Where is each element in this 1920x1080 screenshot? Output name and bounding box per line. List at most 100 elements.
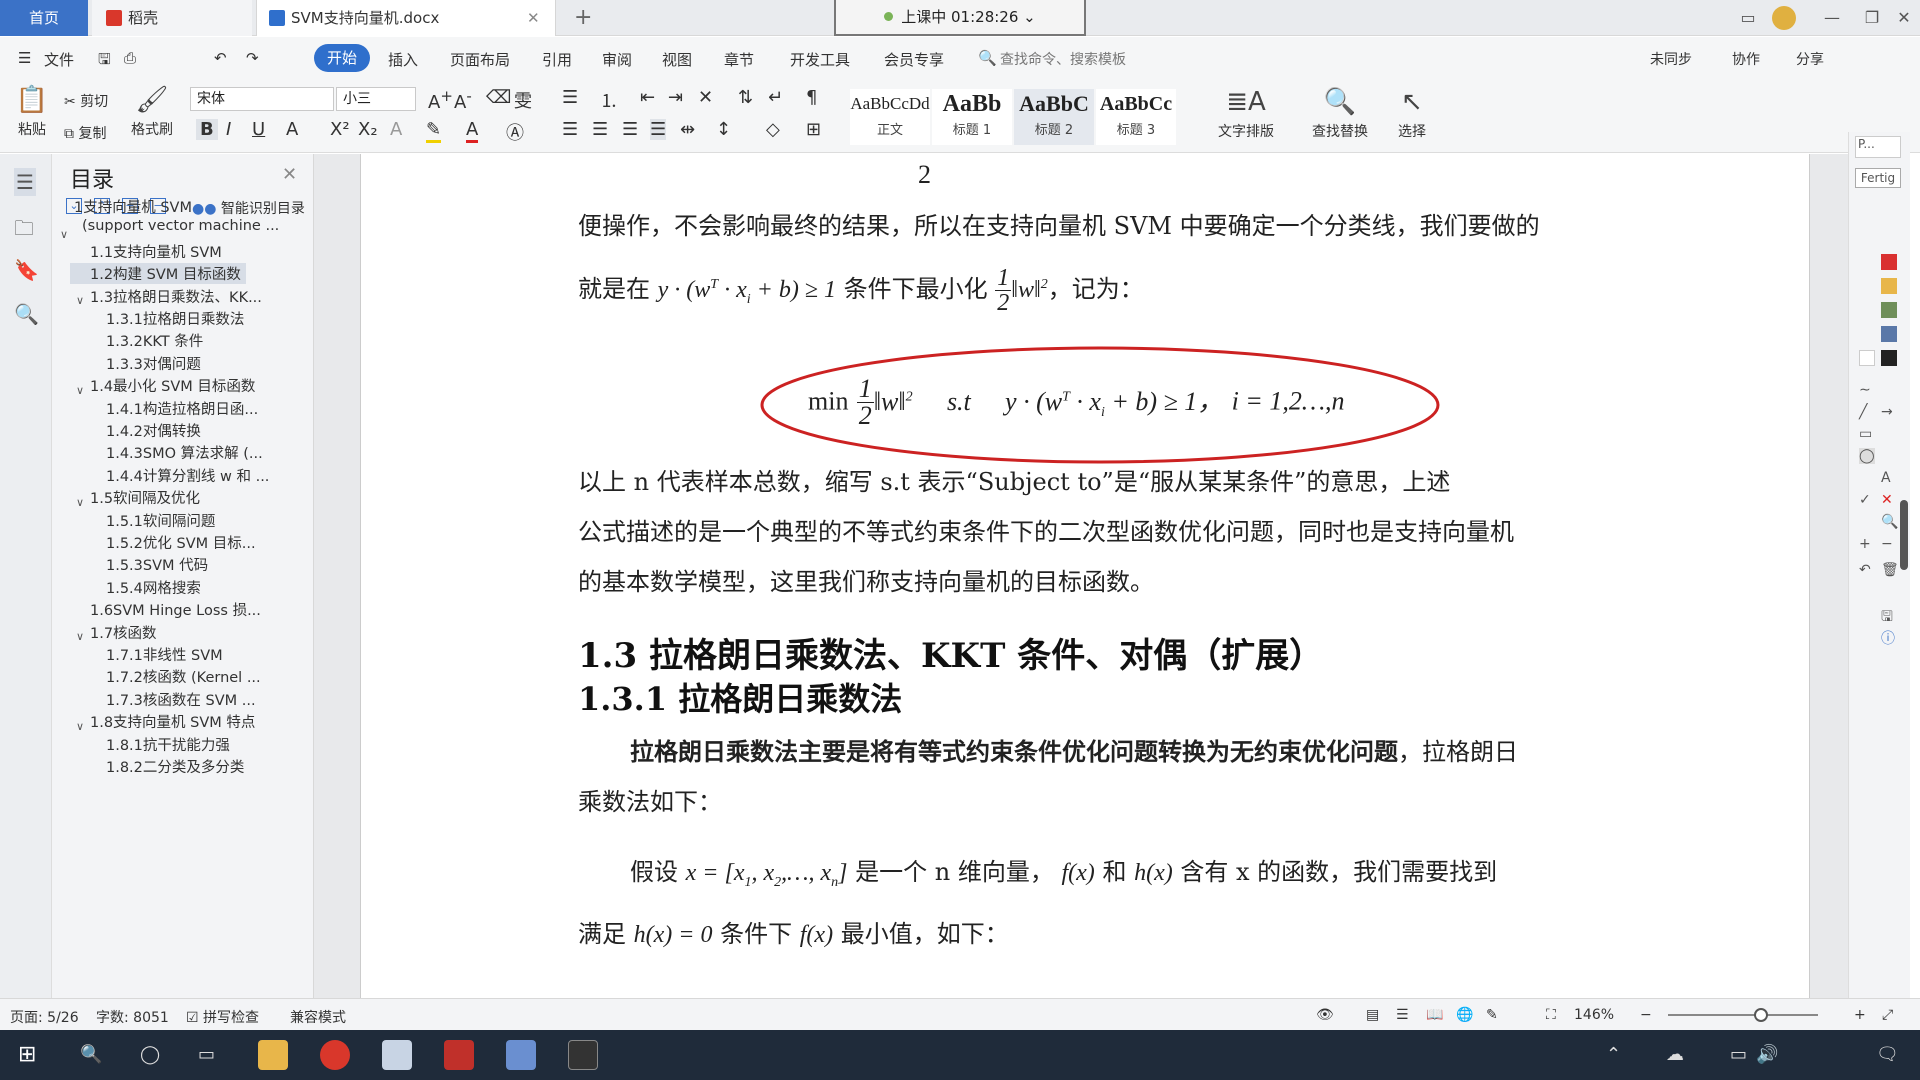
terminal-icon[interactable]	[568, 1040, 598, 1070]
hamburger-icon[interactable]: ☰	[18, 49, 31, 67]
undo-tool-icon[interactable]: ↶	[1859, 562, 1871, 578]
toc-item[interactable]: 1.7核函数	[90, 622, 292, 643]
sync-status[interactable]: 未同步	[1650, 49, 1692, 69]
bullet-list-icon[interactable]: ☰	[562, 87, 578, 108]
tab-home[interactable]: 首页	[0, 0, 88, 36]
font-family-select[interactable]: 宋体	[190, 87, 334, 111]
menu-insert[interactable]: 插入	[388, 49, 418, 70]
toc-item[interactable]: 1.5.4网格搜索	[106, 577, 292, 598]
minimize-icon[interactable]: —	[1812, 0, 1852, 36]
share-button[interactable]: 分享	[1796, 49, 1824, 69]
toc-item[interactable]: 1.8.2二分类及多分类	[106, 756, 292, 777]
line-spacing-icon[interactable]: ↕	[716, 119, 731, 140]
close-icon[interactable]: ✕	[282, 164, 297, 185]
font-size-select[interactable]: 小三	[336, 87, 416, 111]
curve-tool-icon[interactable]: ∼	[1859, 382, 1871, 398]
collab-button[interactable]: 协作	[1732, 49, 1760, 69]
network-icon[interactable]: ▭	[1730, 1044, 1747, 1065]
distribute-icon[interactable]: ⇹	[680, 119, 695, 140]
arrow-tool-icon[interactable]: →	[1881, 404, 1893, 420]
zoom-level[interactable]: 146%	[1574, 1007, 1614, 1023]
toggle-chevron-icon[interactable]: ∨	[76, 720, 84, 733]
toc-item[interactable]: 1.4.2对偶转换	[106, 420, 292, 441]
style-heading1[interactable]: AaBb 标题 1	[932, 89, 1012, 145]
command-search[interactable]: 查找命令、搜索模板	[1000, 49, 1126, 69]
menu-devtools[interactable]: 开发工具	[790, 49, 850, 70]
copy-button[interactable]: ⧉ 复制	[64, 123, 106, 143]
pen-view-icon[interactable]: ✎	[1486, 1007, 1498, 1023]
windows-start-icon[interactable]: ⊞	[18, 1042, 36, 1067]
highlight-icon[interactable]: ✎	[426, 119, 442, 143]
toc-item[interactable]: 1.3拉格朗日乘数法、KK...	[90, 286, 292, 307]
task-view-icon[interactable]: ▭	[198, 1044, 215, 1065]
menu-file[interactable]: 文件	[44, 49, 74, 70]
toc-item[interactable]: 1.8支持向量机 SVM 特点	[90, 711, 292, 732]
line-tool-icon[interactable]: ╱	[1859, 404, 1867, 420]
cross-tool-icon[interactable]: ✕	[1881, 492, 1893, 508]
toc-item[interactable]: 1.5.3SVM 代码	[106, 554, 292, 575]
close-window-icon[interactable]: ✕	[1884, 0, 1920, 36]
volume-icon[interactable]: 🔊	[1756, 1044, 1778, 1065]
superscript-icon[interactable]: X²	[330, 119, 350, 140]
style-normal[interactable]: AaBbCcDd 正文	[850, 89, 930, 145]
paint-app-icon[interactable]	[382, 1040, 412, 1070]
toc-item[interactable]: 1.6SVM Hinge Loss 损...	[90, 599, 292, 620]
notification-icon[interactable]: 🗨	[1876, 1044, 1899, 1065]
toc-item[interactable]: 1.4.4计算分割线 w 和 ...	[106, 465, 292, 486]
zoom-tool-icon[interactable]: 🔍	[1881, 514, 1898, 530]
paste-button[interactable]: 📋 粘贴	[10, 85, 54, 139]
text-effect-icon[interactable]: A	[390, 119, 402, 140]
save-icon[interactable]: 🖫	[98, 49, 111, 74]
toc-item[interactable]: 1.5.2优化 SVM 目标...	[106, 532, 292, 553]
toc-item[interactable]: 1.7.2核函数 (Kernel ...	[106, 666, 292, 687]
italic-icon[interactable]: I	[226, 119, 231, 140]
format-painter-button[interactable]: 🖌 格式刷	[126, 85, 178, 139]
grow-font-icon[interactable]: A+	[428, 87, 453, 113]
redo-icon[interactable]: ↷	[246, 49, 259, 67]
toc-item[interactable]: 1.4最小化 SVM 目标函数	[90, 375, 292, 396]
toc-item[interactable]: 1.3.3对偶问题	[106, 353, 292, 374]
zoom-in-icon[interactable]: +	[1854, 1007, 1866, 1023]
shading-icon[interactable]: ◇	[766, 119, 780, 140]
tab-daoke[interactable]: 稻壳	[92, 0, 252, 36]
wps-icon[interactable]	[444, 1040, 474, 1070]
eye-protection-icon[interactable]: 👁	[1316, 1007, 1334, 1023]
menu-references[interactable]: 引用	[542, 49, 572, 70]
avatar[interactable]	[1772, 6, 1796, 30]
toc-item[interactable]: 1.2构建 SVM 目标函数	[70, 263, 246, 285]
outline-view-icon[interactable]: ☰	[1396, 1007, 1409, 1023]
toggle-chevron-icon[interactable]: ∨	[76, 630, 84, 643]
toc-item[interactable]: 1.4.1构造拉格朗日函...	[106, 398, 292, 419]
menu-layout[interactable]: 页面布局	[450, 49, 510, 70]
menu-review[interactable]: 审阅	[602, 49, 632, 70]
bold-icon[interactable]: B	[196, 119, 218, 140]
toc-item[interactable]: 1.1支持向量机 SVM	[90, 241, 292, 262]
toc-panel-icon[interactable]: ☰	[14, 168, 36, 196]
page-view-icon[interactable]: ▤	[1366, 1007, 1379, 1023]
borders-icon[interactable]: ⊞	[806, 119, 821, 140]
find-replace-button[interactable]: 🔍 查找替换	[1300, 87, 1380, 141]
menu-start[interactable]: 开始	[314, 44, 370, 72]
menu-chapter[interactable]: 章节	[724, 49, 754, 70]
fit-page-icon[interactable]: ⛶	[1546, 1007, 1556, 1023]
color-swatch[interactable]	[1881, 302, 1897, 318]
toc-item[interactable]: 1.5.1软间隔问题	[106, 510, 292, 531]
fullscreen-icon[interactable]: ⤢	[1882, 1007, 1893, 1023]
phonetic-icon[interactable]: 雯	[514, 87, 532, 113]
ellipse-tool-icon[interactable]: ◯	[1859, 448, 1875, 464]
align-left-icon[interactable]: ☰	[562, 119, 578, 140]
plus-tool-icon[interactable]: +	[1859, 536, 1871, 552]
outdent-icon[interactable]: ⇤	[640, 87, 655, 108]
line-break-icon[interactable]: ↵	[768, 87, 783, 108]
undo-icon[interactable]: ↶	[214, 49, 227, 67]
spell-check-button[interactable]: ☑ 拼写检查	[186, 1007, 259, 1027]
strikethrough-icon[interactable]: A	[286, 119, 298, 140]
tray-chevron-icon[interactable]: ⌃	[1606, 1044, 1621, 1065]
tab-list-icon[interactable]: ▭	[1728, 0, 1768, 36]
web-view-icon[interactable]: 🌐	[1456, 1007, 1473, 1023]
zoom-out-icon[interactable]: −	[1640, 1007, 1652, 1023]
new-tab-button[interactable]: +	[574, 0, 592, 36]
font-color-icon[interactable]: A	[466, 119, 479, 143]
select-button[interactable]: ↖ 选择	[1384, 87, 1440, 141]
show-marks-icon[interactable]: ¶	[806, 87, 817, 108]
